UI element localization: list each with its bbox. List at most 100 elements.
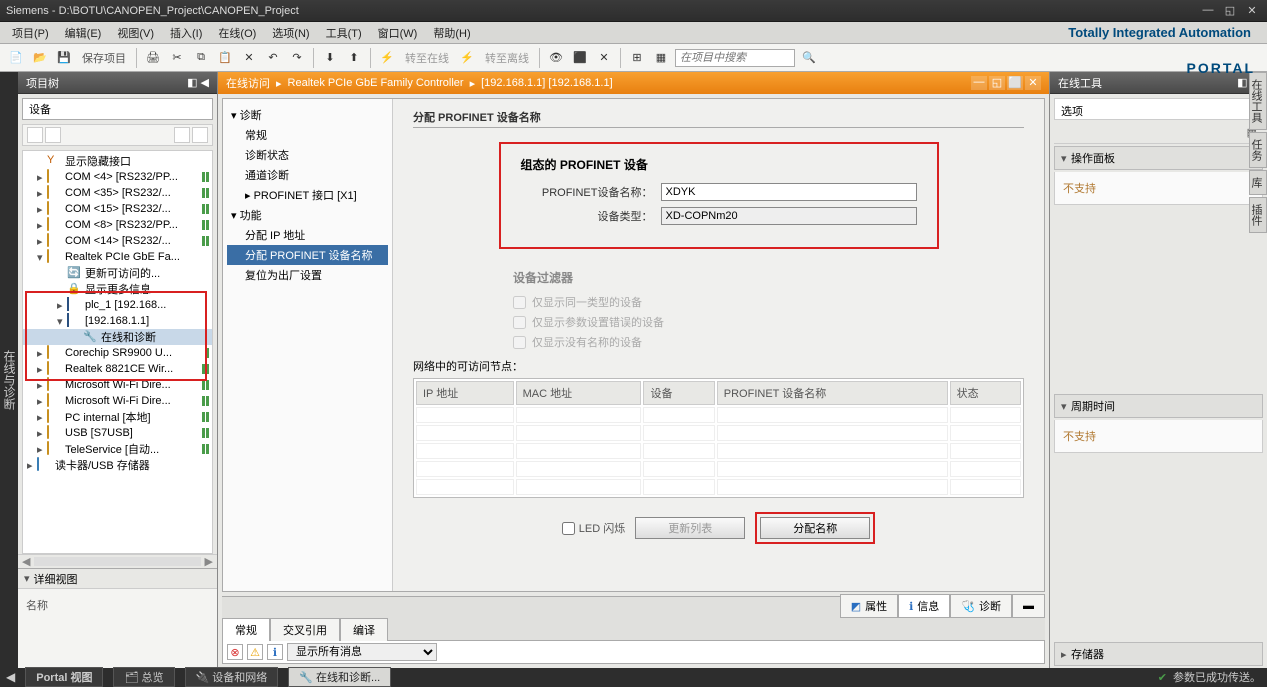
tab-properties[interactable]: ◩属性 [840, 594, 898, 618]
tree-teleservice[interactable]: ▸TeleService [自动... [23, 441, 212, 457]
operator-panel-header[interactable]: ▾操作面板 [1054, 146, 1263, 170]
nav-reset[interactable]: 复位为出厂设置 [227, 265, 388, 285]
error-icon[interactable]: ⊗ [227, 644, 243, 660]
col-pname[interactable]: PROFINET 设备名称 [717, 381, 948, 405]
tree-com4[interactable]: ▸COM <4> [RS232/PP... [23, 169, 212, 185]
nodes-table[interactable]: IP 地址 MAC 地址 设备 PROFINET 设备名称 状态 [413, 378, 1024, 498]
cut-icon[interactable]: ✂ [167, 48, 187, 68]
tree-usb[interactable]: ▸USB [S7USB] [23, 425, 212, 441]
crumb-3[interactable]: [192.168.1.1] [192.168.1.1] [481, 77, 613, 89]
tree-more-info[interactable]: 🔒显示更多信息 [23, 281, 212, 297]
menu-window[interactable]: 窗口(W) [370, 22, 426, 43]
tree-wifi1[interactable]: ▸Microsoft Wi-Fi Dire... [23, 377, 212, 393]
doc-restore-icon[interactable]: ◱ [989, 76, 1005, 90]
nav-diag[interactable]: ▾ 诊断 [227, 105, 388, 125]
col-ip[interactable]: IP 地址 [416, 381, 514, 405]
storage-header[interactable]: ▸存储器 [1054, 642, 1263, 666]
refresh-button[interactable]: 更新列表 [635, 517, 745, 539]
go-online-label[interactable]: 转至在线 [401, 50, 453, 66]
menu-insert[interactable]: 插入(I) [162, 22, 210, 43]
tree-icon-2[interactable] [45, 127, 61, 143]
tree-com35[interactable]: ▸COM <35> [RS232/... [23, 185, 212, 201]
menu-edit[interactable]: 编辑(E) [57, 22, 110, 43]
assign-name-button[interactable]: 分配名称 [760, 517, 870, 539]
paste-icon[interactable]: 📋 [215, 48, 235, 68]
tab-info[interactable]: ℹ信息 [898, 594, 950, 618]
close-icon[interactable]: ✕ [1243, 4, 1261, 18]
crumb-2[interactable]: Realtek PCIe GbE Family Controller [288, 77, 464, 89]
warning-icon[interactable]: ⚠ [247, 644, 263, 660]
tree-com15[interactable]: ▸COM <15> [RS232/... [23, 201, 212, 217]
doc-maximize-icon[interactable]: ⬜ [1007, 76, 1023, 90]
search-input[interactable] [675, 49, 795, 67]
tree-realtek[interactable]: ▾Realtek PCIe GbE Fa... [23, 249, 212, 265]
crumb-1[interactable]: 在线访问 [226, 75, 270, 91]
table-row[interactable] [416, 479, 1021, 495]
cycle-time-header[interactable]: ▾周期时间 [1054, 394, 1263, 418]
force-icon[interactable]: ⬛ [570, 48, 590, 68]
nav-channel-diag[interactable]: 通道诊断 [227, 165, 388, 185]
download-icon[interactable]: ⬆ [344, 48, 364, 68]
tree-corechip[interactable]: ▸Corechip SR9900 U... [23, 345, 212, 361]
detail-view-header[interactable]: ▾详细视图 [18, 568, 217, 588]
tree-show-hidden[interactable]: Y显示隐藏接口 [23, 153, 212, 169]
nav-profinet-if[interactable]: ▸ PROFINET 接口 [X1] [227, 185, 388, 205]
tree-settings-icon[interactable] [192, 127, 208, 143]
tab-collapse-icon[interactable]: ▬ [1012, 594, 1045, 618]
message-filter-select[interactable]: 显示所有消息 [287, 643, 437, 661]
nav-diag-status[interactable]: 诊断状态 [227, 145, 388, 165]
tree-plc1[interactable]: ▸plc_1 [192.168... [23, 297, 212, 313]
tree-pc-internal[interactable]: ▸PC internal [本地] [23, 409, 212, 425]
open-project-icon[interactable]: 📂 [30, 48, 50, 68]
nav-func[interactable]: ▾ 功能 [227, 205, 388, 225]
task-online-diag[interactable]: 🔧 在线和诊断... [288, 667, 391, 687]
tab-compile[interactable]: 编译 [340, 618, 388, 641]
menu-project[interactable]: 项目(P) [4, 22, 57, 43]
window-split-icon[interactable]: ⊞ [627, 48, 647, 68]
tree-com8[interactable]: ▸COM <8> [RS232/PP... [23, 217, 212, 233]
tab-xref[interactable]: 交叉引用 [270, 618, 340, 641]
tree-ip-node[interactable]: ▾[192.168.1.1] [23, 313, 212, 329]
info-icon[interactable]: ℹ [267, 644, 283, 660]
col-status[interactable]: 状态 [950, 381, 1021, 405]
dev-type-input[interactable] [661, 207, 917, 225]
tree-com14[interactable]: ▸COM <14> [RS232/... [23, 233, 212, 249]
table-row[interactable] [416, 425, 1021, 441]
menu-online[interactable]: 在线(O) [210, 22, 264, 43]
doc-close-icon[interactable]: ✕ [1025, 76, 1041, 90]
go-offline-icon[interactable]: ⚡ [457, 48, 477, 68]
tree-online-diag[interactable]: 🔧在线和诊断 [23, 329, 212, 345]
redo-icon[interactable]: ↷ [287, 48, 307, 68]
menu-tools[interactable]: 工具(T) [318, 22, 370, 43]
tree-wifi2[interactable]: ▸Microsoft Wi-Fi Dire... [23, 393, 212, 409]
rail-libraries[interactable]: 库 [1249, 170, 1267, 195]
rail-plugins[interactable]: 插件 [1249, 197, 1267, 233]
tree-cardreader[interactable]: ▸读卡器/USB 存储器 [23, 457, 212, 473]
left-rail-tab[interactable]: 在线与诊断 [0, 72, 18, 668]
go-offline-label[interactable]: 转至离线 [481, 50, 533, 66]
save-icon[interactable]: 💾 [54, 48, 74, 68]
dev-name-input[interactable] [661, 183, 917, 201]
layout-icon[interactable]: ▦ [651, 48, 671, 68]
tab-diag[interactable]: 🩺诊断 [950, 594, 1012, 618]
minimize-icon[interactable]: — [1199, 4, 1217, 18]
nav-assign-name[interactable]: 分配 PROFINET 设备名称 [227, 245, 388, 265]
table-row[interactable] [416, 443, 1021, 459]
tree-view-icon[interactable] [174, 127, 190, 143]
pin-icon[interactable]: ◧ ◀ [187, 76, 209, 89]
restore-icon[interactable]: ◱ [1221, 4, 1239, 18]
rail-online-tools[interactable]: 在线工具 [1249, 72, 1267, 130]
col-dev[interactable]: 设备 [643, 381, 714, 405]
task-portal[interactable]: Portal 视图 [25, 667, 103, 687]
tree-8821ce[interactable]: ▸Realtek 8821CE Wir... [23, 361, 212, 377]
device-dropdown[interactable]: 设备 [22, 98, 213, 120]
task-dev-net[interactable]: 🔌 设备和网络 [185, 667, 279, 687]
print-icon[interactable]: 🖨 [143, 48, 163, 68]
nav-tree[interactable]: ▾ 诊断 常规 诊断状态 通道诊断 ▸ PROFINET 接口 [X1] ▾ 功… [223, 99, 393, 591]
menu-view[interactable]: 视图(V) [109, 22, 162, 43]
search-icon[interactable]: 🔍 [799, 48, 819, 68]
monitor-icon[interactable]: 👁 [546, 48, 566, 68]
menu-help[interactable]: 帮助(H) [425, 22, 478, 43]
project-tree[interactable]: Y显示隐藏接口 ▸COM <4> [RS232/PP... ▸COM <35> … [22, 150, 213, 554]
compile-icon[interactable]: ⬇ [320, 48, 340, 68]
